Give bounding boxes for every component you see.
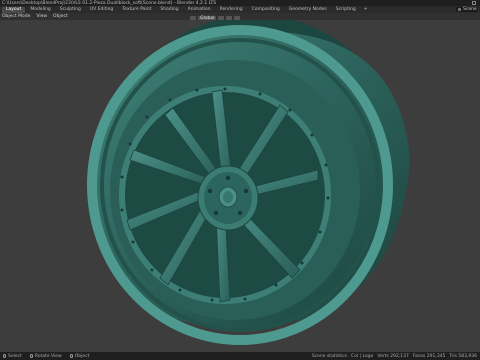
tab-compositing[interactable]: Compositing [248,7,284,13]
workspace-tabs: Layout Modeling Sculpting UV Editing Tex… [0,6,480,13]
scene-icon [458,8,461,11]
tab-sculpting[interactable]: Sculpting [56,7,85,13]
menu-object-mode[interactable]: Object Mode [2,14,30,19]
status-hint-rotate: Rotate View [29,354,62,359]
scene-label: Scene [463,7,477,12]
tab-uv-editing[interactable]: UV Editing [86,7,117,13]
tab-layout[interactable]: Layout [2,6,26,13]
menu-view[interactable]: View [36,14,47,19]
add-workspace-button[interactable]: + [361,7,371,12]
wheel-model [87,20,411,345]
status-bar: Select Rotate View Object Scene statisti… [0,352,480,360]
window-title: C:\Users\Desktop\BlendProj\23\VLS 01.2-P… [2,0,217,6]
tab-rendering[interactable]: Rendering [216,7,247,13]
tab-shading[interactable]: Shading [156,7,182,13]
tab-texture-paint[interactable]: Texture Paint [118,7,155,13]
tab-animation[interactable]: Animation [184,7,215,13]
mouse-icon [3,354,6,358]
viewport-header: Object Mode View Object [0,13,480,20]
scene-selector[interactable]: Scene [456,7,478,12]
center-cap-inner [223,191,233,203]
3d-viewport[interactable] [0,20,480,350]
window-icon[interactable] [472,1,476,5]
status-hint-object: Object [69,354,89,359]
scene-stats: Scene statistics Col | Logo Verts 292,13… [311,353,477,359]
mouse-icon [29,354,33,358]
tab-modeling[interactable]: Modeling [26,7,54,13]
status-hint-select: Select [3,354,22,359]
tab-geometry-nodes[interactable]: Geometry Nodes [285,7,331,13]
tab-scripting[interactable]: Scripting [332,7,360,13]
mouse-icon [69,354,73,358]
menu-object[interactable]: Object [53,14,68,19]
